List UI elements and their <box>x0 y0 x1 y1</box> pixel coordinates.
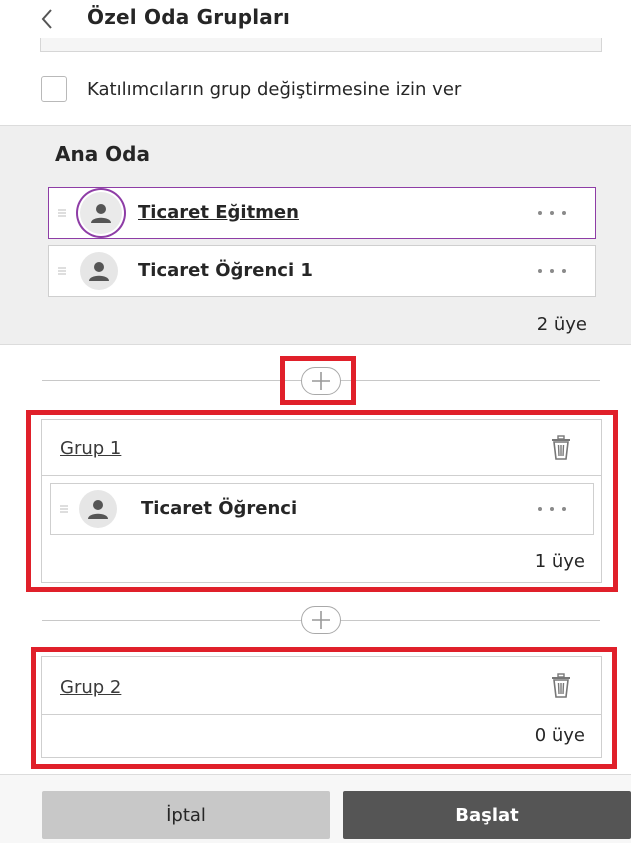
group-settings-field[interactable] <box>40 38 602 52</box>
allow-switch-label: Katılımcıların grup değiştirmesine izin … <box>87 78 462 100</box>
member-name[interactable]: Ticaret Eğitmen <box>138 202 299 223</box>
start-button[interactable]: Başlat <box>343 791 631 839</box>
drag-handle-icon[interactable] <box>60 505 68 513</box>
main-room-section: Ana Oda Ticaret Eğitmen Ticaret Öğrenci … <box>0 125 631 345</box>
main-room-member-count: 2 üye <box>536 314 587 335</box>
allow-switch-checkbox[interactable] <box>41 76 67 102</box>
cancel-button[interactable]: İptal <box>42 791 330 839</box>
drag-handle-icon[interactable] <box>58 267 66 275</box>
group-name-link[interactable]: Grup 2 <box>60 677 121 698</box>
add-group-plus-icon[interactable] <box>301 367 341 395</box>
main-room-member-row[interactable]: Ticaret Öğrenci 1 <box>48 245 596 297</box>
member-name: Ticaret Öğrenci <box>141 498 298 519</box>
allow-switch-setting[interactable]: Katılımcıların grup değiştirmesine izin … <box>41 76 461 102</box>
group-header: Grup 2 <box>42 657 601 715</box>
person-icon <box>79 490 117 528</box>
group-card: Grup 1 Ticaret Öğrenci 1 üye <box>41 419 602 583</box>
main-room-title: Ana Oda <box>55 142 150 166</box>
member-name: Ticaret Öğrenci 1 <box>138 260 313 281</box>
footer-bar: İptal Başlat <box>0 774 631 843</box>
page-title: Özel Oda Grupları <box>87 5 291 29</box>
trash-icon[interactable] <box>549 673 573 699</box>
back-chevron-icon[interactable] <box>36 4 60 34</box>
group-header: Grup 1 <box>42 420 601 476</box>
group-card: Grup 2 0 üye <box>41 656 602 758</box>
person-icon <box>80 192 122 234</box>
group-member-count: 0 üye <box>534 725 585 746</box>
member-menu-icon[interactable] <box>538 205 566 221</box>
group-member-row[interactable]: Ticaret Öğrenci <box>50 483 594 535</box>
member-menu-icon[interactable] <box>538 501 566 517</box>
main-room-member-row[interactable]: Ticaret Eğitmen <box>48 187 596 239</box>
group-name-link[interactable]: Grup 1 <box>60 438 121 459</box>
add-group-plus-icon[interactable] <box>301 606 341 634</box>
member-menu-icon[interactable] <box>538 263 566 279</box>
person-icon <box>80 252 118 290</box>
group-member-count: 1 üye <box>534 551 585 572</box>
drag-handle-icon[interactable] <box>58 209 66 217</box>
page-header: Özel Oda Grupları <box>0 0 631 40</box>
trash-icon[interactable] <box>549 435 573 461</box>
